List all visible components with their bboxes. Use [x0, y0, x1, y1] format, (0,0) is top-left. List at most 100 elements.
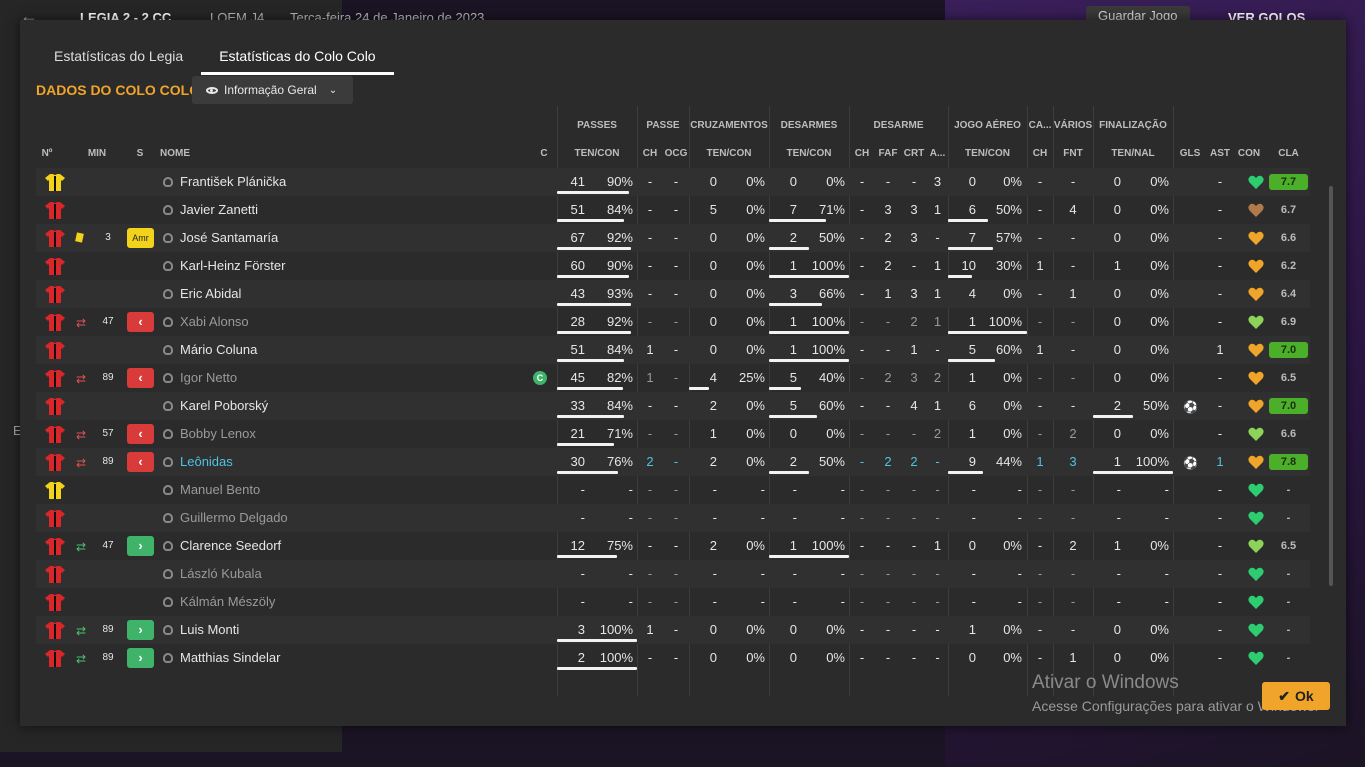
- header-number[interactable]: Nº: [36, 148, 58, 159]
- crosses-attempted: 0: [709, 622, 717, 637]
- header-aerial[interactable]: TEN/CON: [948, 148, 1027, 159]
- assists: 1: [1216, 454, 1224, 469]
- tackles-bar: [769, 555, 849, 558]
- player-name[interactable]: László Kubala: [180, 560, 262, 588]
- header-passe-ocg[interactable]: OCG: [663, 148, 689, 159]
- header-d-faf[interactable]: FAF: [875, 148, 901, 159]
- table-scrollbar[interactable]: [1329, 186, 1333, 586]
- header-assists[interactable]: AST: [1207, 148, 1233, 159]
- header-tackles[interactable]: TEN/CON: [769, 148, 849, 159]
- player-name[interactable]: Clarence Seedorf: [180, 532, 281, 560]
- header-crosses[interactable]: TEN/CON: [689, 148, 769, 159]
- condition-heart-icon: [1248, 455, 1264, 470]
- tackles-attempted: 0: [789, 426, 797, 441]
- shots-attempted: -: [1116, 594, 1121, 609]
- table-row[interactable]: ⇄ 89 ‹ Leônidas 30 76% 2-2 0% 2 50% -2 2-9 44% 1 3 1 100…: [36, 448, 1310, 476]
- view-dropdown[interactable]: Informação Geral ⌄: [192, 76, 353, 104]
- header-rating[interactable]: CLA: [1269, 148, 1308, 159]
- player-rating: 6.5: [1280, 540, 1297, 552]
- player-name[interactable]: Guillermo Delgado: [180, 504, 288, 532]
- minute-value: [98, 252, 118, 280]
- header-min[interactable]: MIN: [84, 148, 110, 159]
- player-name[interactable]: Karel Poborský: [180, 392, 268, 420]
- player-name[interactable]: Manuel Bento: [180, 476, 260, 504]
- table-row[interactable]: Karl-Heinz Förster 60 90% - -0 0% 1 100% -2-1 10 3…: [36, 252, 1310, 280]
- player-name[interactable]: Javier Zanetti: [180, 196, 258, 224]
- header-s[interactable]: S: [132, 148, 148, 159]
- header-captain[interactable]: C: [536, 148, 552, 159]
- passes-attempted: -: [580, 482, 585, 497]
- tackle-crt: -: [911, 174, 917, 189]
- table-row[interactable]: Kálmán Mészöly - - - - - - - - - - - - - - - - - - - -: [36, 588, 1310, 616]
- player-name[interactable]: Kálmán Mészöly: [180, 588, 275, 616]
- aerial-percent: 0%: [1003, 370, 1022, 385]
- shots-percent: -: [1164, 510, 1169, 525]
- table-row[interactable]: František Plánička 41 90% - -0 0% 0 0% - - -3 0 0% - -…: [36, 168, 1310, 196]
- tackle-crt: -: [911, 650, 917, 665]
- player-name[interactable]: Xabi Alonso: [180, 308, 249, 336]
- header-d-a[interactable]: A...: [927, 148, 948, 159]
- table-row[interactable]: Eric Abidal 43 93% - -0 0% 3 66% -1 3 1 4 0% -1 0 0% -6.…: [36, 280, 1310, 308]
- table-row[interactable]: Mário Coluna 51 84% 1-0 0% 1 100% - -1-5 60% 1-0 0%…: [36, 336, 1310, 364]
- aerial-attempted: 0: [968, 650, 976, 665]
- player-name[interactable]: František Plánička: [180, 168, 286, 196]
- tab-colo-colo-stats[interactable]: Estatísticas do Colo Colo: [201, 42, 394, 75]
- player-name[interactable]: Igor Netto: [180, 364, 237, 392]
- ca-ch: -: [1037, 566, 1043, 581]
- ca-ch: -: [1037, 594, 1043, 609]
- subbed-on-badge: ›: [127, 536, 154, 556]
- key-passes: -: [647, 566, 653, 581]
- header-shooting[interactable]: TEN/NAL: [1093, 148, 1173, 159]
- substitution-off-icon: ⇄: [76, 428, 87, 442]
- table-row[interactable]: 3 Amr José Santamaría 67 92% - -0 0% 2 50% -2 3-7 57…: [36, 224, 1310, 252]
- player-name[interactable]: Luis Monti: [180, 616, 239, 644]
- table-row[interactable]: László Kubala - - - - - - - - - - - - - - - - - - - -: [36, 560, 1310, 588]
- header-passe-ch[interactable]: CH: [637, 148, 663, 159]
- header-goals[interactable]: GLS: [1177, 148, 1203, 159]
- header-d-crt[interactable]: CRT: [901, 148, 927, 159]
- aerial-bar: [948, 359, 995, 362]
- tackle-crt: 3: [910, 230, 918, 245]
- header-name[interactable]: NOME: [160, 148, 190, 159]
- player-name[interactable]: Karl-Heinz Förster: [180, 252, 285, 280]
- player-face-icon: [163, 317, 173, 327]
- player-name[interactable]: Leônidas: [180, 448, 233, 476]
- minute-value: 47: [102, 316, 114, 327]
- section-title: DADOS DO COLO COLO: [36, 82, 201, 98]
- table-row[interactable]: Manuel Bento - - - - - - - - - - - - - - - - - - - -: [36, 476, 1310, 504]
- aerial-attempted: 1: [968, 622, 976, 637]
- table-row[interactable]: ⇄ 47 ‹ Xabi Alonso 28 92% - -0 0% 1 100% - -2 1 1 100% -…: [36, 308, 1310, 336]
- header-fnt[interactable]: FNT: [1053, 148, 1093, 159]
- header-ca-ch[interactable]: CH: [1027, 148, 1053, 159]
- header-d-ch[interactable]: CH: [849, 148, 875, 159]
- player-rating: -: [1286, 568, 1291, 580]
- table-row[interactable]: ⇄ 89 › Luis Monti 3 100% 1-0 0% 0 0% - - - -1 0% - -0 0% -…: [36, 616, 1310, 644]
- shots-attempted: -: [1116, 482, 1121, 497]
- subbed-on-badge: ›: [127, 648, 154, 668]
- table-row[interactable]: Karel Poborský 33 84% - -2 0% 5 60% - -4 1 6 0% - -2 50…: [36, 392, 1310, 420]
- aerial-bar: [948, 471, 983, 474]
- header-passes[interactable]: TEN/CON: [557, 148, 637, 159]
- table-row[interactable]: Guillermo Delgado - - - - - - - - - - - - - - - - - - - -: [36, 504, 1310, 532]
- tackle-crt: -: [911, 622, 917, 637]
- table-row[interactable]: Javier Zanetti 51 84% - -5 0% 7 71% -3 3 1 6 50% -4 0 0…: [36, 196, 1310, 224]
- player-name[interactable]: Eric Abidal: [180, 280, 241, 308]
- player-name[interactable]: José Santamaría: [180, 224, 278, 252]
- condition-heart-icon: [1248, 175, 1264, 190]
- table-row[interactable]: ⇄ 89 › Matthias Sindelar 2 100% - -0 0% 0 0% - - - -0 0…: [36, 644, 1310, 672]
- chances-created: -: [673, 286, 679, 301]
- player-name[interactable]: Bobby Lenox: [180, 420, 256, 448]
- crosses-percent: 0%: [746, 538, 765, 553]
- crosses-attempted: -: [712, 510, 717, 525]
- tab-legia-stats[interactable]: Estatísticas do Legia: [36, 42, 201, 75]
- player-name[interactable]: Mário Coluna: [180, 336, 257, 364]
- table-row[interactable]: ⇄ 57 ‹ Bobby Lenox 21 71% - -1 0% 0 0% - - -2 1 0% -2 0 0%…: [36, 420, 1310, 448]
- table-row[interactable]: ⇄ 47 › Clarence Seedorf 12 75% - -2 0% 1 100% - - -1 0…: [36, 532, 1310, 560]
- subbed-off-badge: ‹: [127, 368, 154, 388]
- table-row[interactable]: ⇄ 89 ‹ Igor Netto C 45 82% 1-4 25% 5 40% -2 3 2 1 0% - -0…: [36, 364, 1310, 392]
- tackle-a: -: [935, 622, 940, 637]
- ok-button[interactable]: ✔ Ok: [1262, 682, 1330, 710]
- header-condition[interactable]: CON: [1236, 148, 1262, 159]
- fouls: -: [1070, 314, 1076, 329]
- player-name[interactable]: Matthias Sindelar: [180, 644, 280, 672]
